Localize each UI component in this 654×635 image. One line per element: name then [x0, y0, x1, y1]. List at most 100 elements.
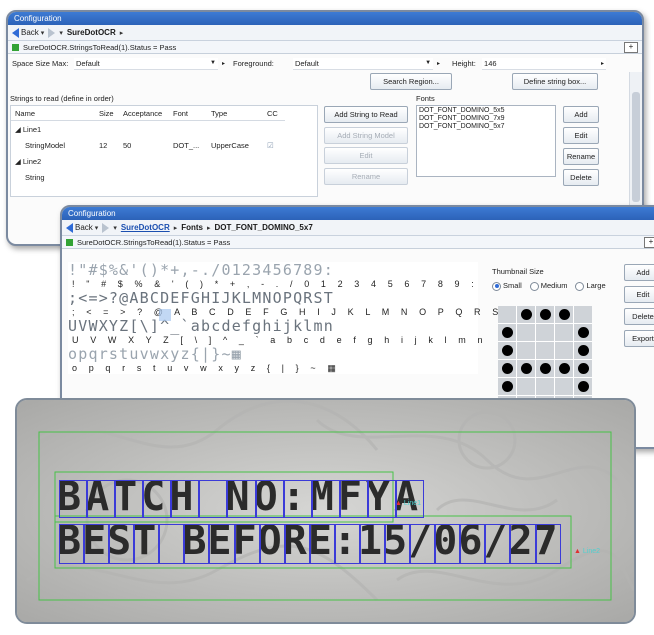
strings-table-container: Name Size Acceptance Font Type CC ◢ Line…: [10, 105, 318, 197]
row-font: [169, 169, 207, 185]
matrix-dot-on[interactable]: [574, 360, 592, 377]
line2-marker[interactable]: ▲ Line2: [574, 548, 600, 555]
thumbnail-size-options: Small Medium Large: [492, 281, 606, 291]
font-list-item[interactable]: DOT_FONT_DOMINO_5x5: [419, 107, 553, 115]
delete-font-button[interactable]: Delete: [563, 169, 599, 186]
export-char-button[interactable]: Export: [624, 330, 654, 347]
matrix-dot-on[interactable]: [498, 342, 516, 359]
breadcrumb-suredotocr[interactable]: SureDotOCR: [121, 223, 170, 232]
char-bounding-box: [385, 524, 411, 564]
scrollbar-thumb[interactable]: [632, 92, 640, 202]
column-header[interactable]: CC: [263, 106, 285, 121]
search-region-button[interactable]: Search Region...: [370, 73, 452, 90]
character-set-grid[interactable]: !"#$%&'()*+,-./0123456789: ! " # $ % & '…: [68, 262, 515, 374]
row-acceptance: 50: [123, 140, 132, 150]
matrix-dot-on[interactable]: [498, 360, 516, 377]
delete-char-button[interactable]: Delete: [624, 308, 654, 325]
row-name: StringModel: [25, 140, 66, 150]
dot-glyph-row[interactable]: opqrstuvwxyz{|}~▦: [68, 346, 478, 362]
forward-arrow-icon[interactable]: [48, 27, 56, 38]
column-header[interactable]: Font: [169, 106, 207, 121]
table-row[interactable]: String: [11, 169, 285, 185]
space-size-dropdown[interactable]: Default ▼: [74, 57, 218, 70]
height-field[interactable]: 146 ▸: [482, 57, 607, 70]
column-header[interactable]: Size: [95, 106, 119, 121]
dot-glyph-row[interactable]: UVWXYZ[\]^_`abcdefghijklmn: [68, 318, 478, 334]
matrix-dot-off[interactable]: [517, 324, 535, 341]
matrix-dot-on[interactable]: [555, 306, 573, 323]
matrix-dot-on[interactable]: [574, 342, 592, 359]
cc-checkbox[interactable]: ☑: [263, 137, 285, 153]
expand-button[interactable]: +: [644, 237, 654, 248]
breadcrumb-font-name: DOT_FONT_DOMINO_5x7: [214, 223, 313, 232]
breadcrumb-suredotocr[interactable]: SureDotOCR: [67, 28, 116, 37]
char-bounding-box: [359, 524, 386, 564]
collapse-arrow-icon[interactable]: ◢: [15, 157, 23, 166]
matrix-dot-off[interactable]: [517, 378, 535, 395]
matrix-dot-on[interactable]: [498, 324, 516, 341]
matrix-dot-on[interactable]: [536, 306, 554, 323]
ocr-image-panel: BATCH NO:MFYA BEST BEFORE:15/06/27 ▲ Lin…: [15, 398, 636, 624]
matrix-dot-off[interactable]: [536, 324, 554, 341]
back-button[interactable]: Back ▾: [66, 222, 98, 233]
column-header[interactable]: Name: [11, 106, 95, 121]
matrix-dot-on[interactable]: [498, 378, 516, 395]
expand-arrow-icon[interactable]: ▸: [437, 60, 440, 67]
font-list-item[interactable]: DOT_FONT_DOMINO_7x9: [419, 115, 553, 123]
column-header[interactable]: Acceptance: [119, 106, 169, 121]
collapse-arrow-icon[interactable]: ◢: [15, 125, 23, 134]
char-bounding-box: [171, 480, 200, 518]
rename-string-button[interactable]: Rename: [324, 168, 408, 185]
matrix-dot-on[interactable]: [517, 306, 535, 323]
edit-font-button[interactable]: Edit: [563, 127, 599, 144]
edit-char-button[interactable]: Edit: [624, 286, 654, 303]
edit-string-button[interactable]: Edit: [324, 147, 408, 164]
matrix-dot-on[interactable]: [574, 378, 592, 395]
row-acceptance: [119, 121, 169, 138]
table-row[interactable]: StringModel 12 50 DOT_... UpperCase ☑: [11, 137, 285, 153]
thumb-size-large-radio[interactable]: Large: [575, 281, 606, 291]
dot-glyph-row[interactable]: !"#$%&'()*+,-./0123456789:: [68, 262, 478, 278]
matrix-dot-off[interactable]: [498, 306, 516, 323]
rename-font-button[interactable]: Rename: [563, 148, 599, 165]
define-string-box-button[interactable]: Define string box...: [512, 73, 598, 90]
matrix-dot-off[interactable]: [536, 378, 554, 395]
matrix-dot-off[interactable]: [517, 342, 535, 359]
add-string-to-read-button[interactable]: Add String to Read: [324, 106, 408, 123]
back-label: Back: [21, 28, 39, 37]
matrix-dot-off[interactable]: [555, 342, 573, 359]
dot-glyph-row[interactable]: ;<=>?@ABCDEFGHIJKLMNOPQRST: [68, 290, 478, 306]
add-char-button[interactable]: Add: [624, 264, 654, 281]
add-font-button[interactable]: Add: [563, 106, 599, 123]
matrix-dot-off[interactable]: [555, 324, 573, 341]
matrix-dot-off[interactable]: [555, 378, 573, 395]
expand-button[interactable]: +: [624, 42, 638, 53]
foreground-dropdown[interactable]: Default ▼: [293, 57, 434, 70]
table-row[interactable]: ◢ Line1: [11, 121, 285, 138]
column-header[interactable]: Type: [207, 106, 263, 121]
matrix-dot-on[interactable]: [555, 360, 573, 377]
breadcrumb-fonts[interactable]: Fonts: [181, 223, 203, 232]
table-row[interactable]: ◢ Line2: [11, 153, 285, 169]
status-pass-icon: [12, 43, 19, 51]
window-title: Configuration: [62, 207, 654, 220]
thumb-size-small-radio[interactable]: Small: [492, 281, 522, 291]
matrix-dot-off[interactable]: [536, 342, 554, 359]
forward-arrow-icon[interactable]: [102, 222, 110, 233]
matrix-dot-on[interactable]: [574, 324, 592, 341]
chevron-down-icon: ▾: [59, 29, 63, 37]
matrix-dot-on[interactable]: [517, 360, 535, 377]
fonts-list[interactable]: DOT_FONT_DOMINO_5x5 DOT_FONT_DOMINO_7x9 …: [416, 105, 556, 177]
char-bounding-box: [395, 480, 425, 518]
matrix-dot-off[interactable]: [574, 306, 592, 323]
radio-icon: [529, 281, 539, 291]
expand-arrow-icon[interactable]: ▸: [222, 60, 225, 67]
add-string-model-button[interactable]: Add String Model: [324, 127, 408, 144]
thumb-size-medium-radio[interactable]: Medium: [529, 281, 567, 291]
char-bounding-box: [87, 480, 116, 518]
font-list-item[interactable]: DOT_FONT_DOMINO_5x7: [419, 123, 553, 131]
back-button[interactable]: Back ▾: [12, 27, 44, 38]
back-label: Back: [75, 223, 93, 232]
matrix-dot-on[interactable]: [536, 360, 554, 377]
row-type: [207, 169, 263, 185]
